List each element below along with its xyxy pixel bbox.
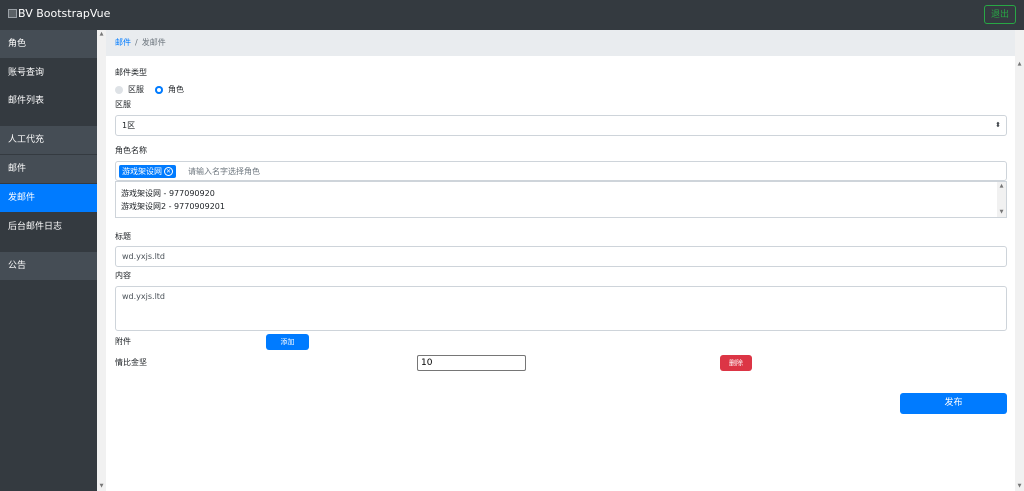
server-label: 区服 (115, 100, 131, 109)
scroll-down-icon[interactable]: ▼ (997, 208, 1006, 217)
server-select-value: 1区 (122, 121, 136, 130)
top-navbar: BV BootstrapVue 退出 (0, 0, 1024, 30)
select-caret-icon: ⬍ (995, 121, 1001, 129)
sidebar-scrollbar[interactable]: ▲ ▼ (97, 30, 106, 491)
sidebar: 角色 账号查询 邮件列表 人工代充 邮件 发邮件 后台邮件日志 公告 (0, 30, 97, 491)
server-select[interactable]: 1区 ⬍ (115, 115, 1007, 136)
mail-type-label: 邮件类型 (115, 68, 147, 77)
publish-button[interactable]: 发布 (900, 393, 1007, 414)
role-tag-input[interactable]: 游戏架设网 ✕ (115, 161, 1007, 181)
scroll-up-icon[interactable]: ▲ (1015, 60, 1024, 69)
delete-attachment-button[interactable]: 删除 (720, 355, 752, 371)
title-label: 标题 (115, 232, 131, 241)
radio-role-label: 角色 (168, 85, 184, 94)
breadcrumb-link-mail[interactable]: 邮件 (115, 38, 131, 47)
role-tag-label: 游戏架设网 (122, 167, 162, 176)
attachment-item-name: 情比金坚 (115, 358, 147, 367)
role-tag: 游戏架设网 ✕ (119, 165, 176, 178)
role-option[interactable]: 游戏架设网 - 977090920 (121, 188, 215, 199)
sidebar-item-mail-list[interactable]: 邮件列表 (0, 87, 97, 115)
content-label: 内容 (115, 271, 131, 280)
title-input-value: wd.yxjs.ltd (122, 252, 166, 261)
logout-button[interactable]: 退出 (983, 5, 1016, 24)
scroll-down-icon[interactable]: ▼ (97, 482, 106, 491)
scroll-down-icon[interactable]: ▼ (1015, 482, 1024, 491)
sidebar-group-mail[interactable]: 邮件 (0, 155, 97, 183)
content-textarea-value: wd.yxjs.ltd (122, 292, 166, 301)
role-name-label: 角色名称 (115, 146, 147, 155)
title-input[interactable]: wd.yxjs.ltd (115, 246, 1007, 267)
quantity-input[interactable]: 10 (417, 355, 526, 371)
broken-image-icon (8, 9, 17, 18)
list-scrollbar[interactable]: ▲ ▼ (997, 182, 1006, 217)
role-options-list[interactable]: 游戏架设网 - 977090920 游戏架设网2 - 9770909201 ▲ … (115, 181, 1007, 218)
breadcrumb-separator: / (135, 38, 138, 47)
sidebar-item-account-query[interactable]: 账号查询 (0, 59, 97, 87)
radio-checked-icon[interactable] (155, 85, 163, 94)
sidebar-group-role[interactable]: 角色 (0, 30, 97, 58)
scroll-up-icon[interactable]: ▲ (997, 182, 1006, 191)
radio-server-label: 区服 (128, 85, 144, 94)
brand-logo[interactable]: BV BootstrapVue (8, 7, 110, 20)
scroll-up-icon[interactable]: ▲ (97, 30, 106, 39)
main-scrollbar[interactable]: ▲ ▼ (1015, 30, 1024, 491)
content-textarea[interactable]: wd.yxjs.ltd (115, 286, 1007, 331)
role-option[interactable]: 游戏架设网2 - 9770909201 (121, 201, 225, 212)
breadcrumb-current: 发邮件 (141, 38, 166, 47)
radio-role[interactable]: 角色 (155, 84, 184, 95)
sidebar-group-manual-recharge[interactable]: 人工代充 (0, 126, 97, 154)
radio-server[interactable]: 区服 (115, 84, 144, 95)
sidebar-item-send-mail[interactable]: 发邮件 (0, 184, 97, 212)
add-attachment-button[interactable]: 添加 (266, 334, 309, 350)
brand-text: BV BootstrapVue (18, 7, 111, 20)
sidebar-group-announcement[interactable]: 公告 (0, 252, 97, 280)
sidebar-item-mail-log[interactable]: 后台邮件日志 (0, 213, 97, 241)
attachment-label: 附件 (115, 337, 131, 346)
role-search-input[interactable] (188, 165, 488, 178)
radio-unchecked-icon[interactable] (115, 85, 123, 94)
breadcrumb: 邮件 / 发邮件 (106, 30, 1015, 56)
remove-tag-icon[interactable]: ✕ (164, 167, 173, 176)
